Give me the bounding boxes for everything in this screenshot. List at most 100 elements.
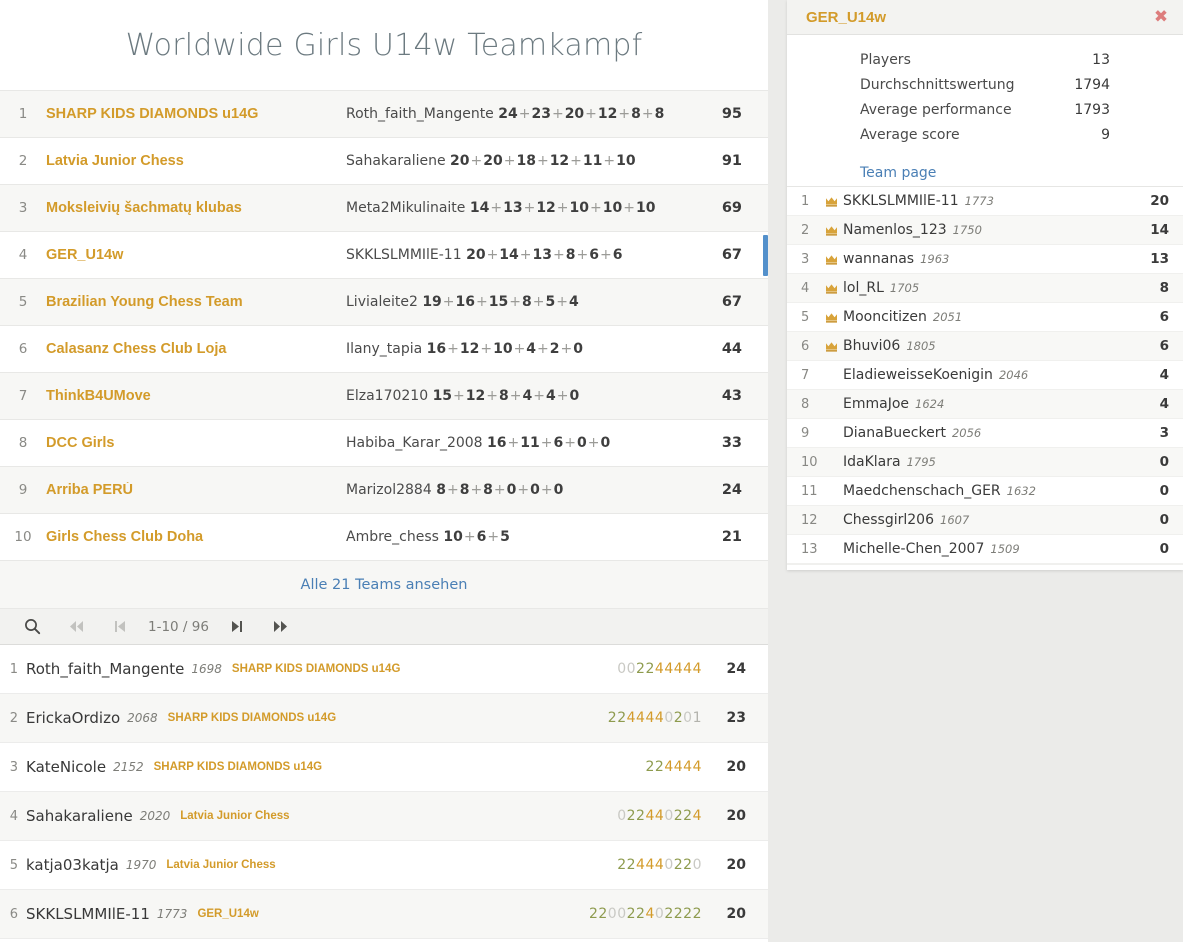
result-digit: 4 — [654, 710, 665, 726]
panel-player-row[interactable]: 12 Chessgirl206 1607 0 — [787, 506, 1183, 535]
team-total-score: 21 — [721, 529, 742, 545]
panel-player-rank: 13 — [801, 541, 818, 557]
panel-player-name[interactable]: IdaKlara — [843, 454, 901, 470]
team-name[interactable]: Latvia Junior Chess — [46, 153, 346, 169]
panel-player-name[interactable]: EladieweisseKoenigin — [843, 367, 993, 383]
team-detail-panel: GER_U14w ✖ Players 13 Durchschnittswertung… — [787, 0, 1183, 570]
panel-player-list: 1 SKKLSLMMIlE-11 1773 20 2 Namenlos_123 1750 14… — [787, 186, 1183, 564]
team-page-link[interactable]: Team page — [860, 165, 936, 181]
player-team-name[interactable]: Latvia Junior Chess — [170, 810, 289, 822]
close-icon[interactable]: ✖ — [1149, 5, 1173, 29]
panel-player-row[interactable]: 11 Maedchenschach_GER 1632 0 — [787, 477, 1183, 506]
player-row[interactable]: 2 ErickaOrdizo 2068 SHARP KIDS DIAMONDS u14… — [0, 694, 768, 743]
score-separator: + — [537, 341, 549, 357]
player-name[interactable]: SKKLSLMMIlE-11 — [26, 905, 150, 923]
team-row[interactable]: 9 Arriba PERÚ Marizol2884 8+8+8+0+0+0 24 — [0, 466, 768, 513]
stat-label: Average score — [860, 127, 960, 143]
panel-player-name[interactable]: Chessgirl206 — [843, 512, 934, 528]
first-page-icon[interactable] — [54, 612, 98, 642]
result-digit: 4 — [654, 808, 665, 824]
team-name[interactable]: SHARP KIDS DIAMONDS u14G — [46, 106, 346, 122]
panel-player-name[interactable]: Bhuvi06 — [843, 338, 900, 354]
panel-player-name[interactable]: SKKLSLMMIlE-11 — [843, 193, 959, 209]
team-name[interactable]: Moksleivių šachmatų klubas — [46, 200, 346, 216]
team-row[interactable]: 7 ThinkB4UMove Elza170210 15+12+8+4+4+0 43 — [0, 372, 768, 419]
player-row[interactable]: 6 SKKLSLMMIlE-11 1773 GER_U14w 220022402222 2… — [0, 890, 768, 939]
panel-player-row[interactable]: 3 wannanas 1963 13 — [787, 245, 1183, 274]
team-row[interactable]: 5 Brazilian Young Chess Team Livialeite2 1… — [0, 278, 768, 325]
team-leader-name: Roth_faith_Mangente — [346, 106, 494, 122]
team-score-part: 10 — [569, 200, 590, 216]
score-separator: + — [576, 247, 589, 263]
panel-player-row[interactable]: 8 EmmaJoe 1624 4 — [787, 390, 1183, 419]
last-page-icon[interactable] — [259, 612, 303, 642]
search-icon[interactable] — [10, 612, 54, 642]
player-row[interactable]: 5 katja03katja 1970 Latvia Junior Chess 2244… — [0, 841, 768, 890]
team-row[interactable]: 6 Calasanz Chess Club Loja Ilany_tapia 16+… — [0, 325, 768, 372]
team-total-score: 24 — [721, 482, 742, 498]
team-row[interactable]: 3 Moksleivių šachmatų klubas Meta2Mikulina… — [0, 184, 768, 231]
player-team-name[interactable]: SHARP KIDS DIAMONDS u14G — [222, 663, 400, 675]
pagination-toolbar: 1-10 / 96 — [0, 609, 768, 645]
team-name[interactable]: Arriba PERÚ — [46, 482, 346, 498]
panel-player-name[interactable]: EmmaJoe — [843, 396, 909, 412]
player-team-name[interactable]: SHARP KIDS DIAMONDS u14G — [158, 712, 336, 724]
player-name[interactable]: ErickaOrdizo — [26, 709, 120, 727]
result-digit: 2 — [673, 808, 684, 824]
panel-player-row[interactable]: 2 Namenlos_123 1750 14 — [787, 216, 1183, 245]
team-score-part: 16 — [426, 341, 447, 357]
panel-player-row[interactable]: 4 lol_RL 1705 8 — [787, 274, 1183, 303]
team-name[interactable]: Girls Chess Club Doha — [46, 529, 346, 545]
result-digit: 0 — [617, 808, 627, 824]
team-name[interactable]: Brazilian Young Chess Team — [46, 294, 346, 310]
team-name[interactable]: GER_U14w — [46, 247, 346, 263]
result-digit: 4 — [683, 759, 693, 775]
panel-player-name[interactable]: Michelle-Chen_2007 — [843, 541, 984, 557]
score-separator: + — [470, 482, 483, 498]
panel-player-row[interactable]: 1 SKKLSLMMIlE-11 1773 20 — [787, 187, 1183, 216]
panel-player-row[interactable]: 10 IdaKlara 1795 0 — [787, 448, 1183, 477]
player-team-name[interactable]: Latvia Junior Chess — [156, 859, 275, 871]
player-row[interactable]: 3 KateNicole 2152 SHARP KIDS DIAMONDS u14G 2… — [0, 743, 768, 792]
team-name[interactable]: ThinkB4UMove — [46, 388, 346, 404]
player-name[interactable]: KateNicole — [26, 758, 106, 776]
player-name[interactable]: katja03katja — [26, 856, 119, 874]
panel-player-name[interactable]: Namenlos_123 — [843, 222, 947, 238]
previous-page-icon[interactable] — [98, 612, 142, 642]
result-digit: 4 — [654, 857, 665, 873]
player-name[interactable]: Sahakaraliene — [26, 807, 133, 825]
team-row[interactable]: 8 DCC Girls Habiba_Karar_2008 16+11+6+0+0 3… — [0, 419, 768, 466]
score-separator: + — [599, 247, 612, 263]
team-row[interactable]: 2 Latvia Junior Chess Sahakaraliene 20+20+… — [0, 137, 768, 184]
next-page-icon[interactable] — [215, 612, 259, 642]
player-team-name[interactable]: GER_U14w — [187, 908, 258, 920]
crown-icon — [823, 312, 839, 323]
player-name[interactable]: Roth_faith_Mangente — [26, 660, 184, 678]
team-score-part: 0 — [553, 482, 564, 498]
all-teams-link[interactable]: Alle 21 Teams ansehen — [301, 577, 468, 593]
player-row[interactable]: 1 Roth_faith_Mangente 1698 SHARP KIDS DIAMO… — [0, 645, 768, 694]
panel-player-row[interactable]: 9 DianaBueckert 2056 3 — [787, 419, 1183, 448]
panel-player-name[interactable]: Mooncitizen — [843, 309, 927, 325]
team-row[interactable]: 10 Girls Chess Club Doha Ambre_chess 10+6+… — [0, 513, 768, 560]
score-separator: + — [519, 247, 532, 263]
panel-player-score: 3 — [1159, 425, 1169, 441]
team-row[interactable]: 4 GER_U14w SKKLSLMMIlE-11 20+14+13+8+6+6 67 — [0, 231, 768, 278]
team-score-part: 11 — [520, 435, 540, 451]
panel-player-row[interactable]: 13 Michelle-Chen_2007 1509 0 — [787, 535, 1183, 564]
team-name[interactable]: DCC Girls — [46, 435, 346, 451]
team-row[interactable]: 1 SHARP KIDS DIAMONDS u14G Roth_faith_Mang… — [0, 90, 768, 137]
score-separator: + — [463, 529, 476, 545]
player-row[interactable]: 4 Sahakaraliene 2020 Latvia Junior Chess 022… — [0, 792, 768, 841]
panel-player-name[interactable]: Maedchenschach_GER — [843, 483, 1001, 499]
panel-player-name[interactable]: wannanas — [843, 251, 914, 267]
panel-player-row[interactable]: 7 EladieweisseKoenigin 2046 4 — [787, 361, 1183, 390]
team-name[interactable]: Calasanz Chess Club Loja — [46, 341, 346, 357]
panel-player-row[interactable]: 6 Bhuvi06 1805 6 — [787, 332, 1183, 361]
panel-player-name[interactable]: lol_RL — [843, 280, 884, 296]
panel-player-name[interactable]: DianaBueckert — [843, 425, 946, 441]
result-digit: 4 — [645, 857, 655, 873]
panel-player-rank: 6 — [801, 338, 810, 354]
player-team-name[interactable]: SHARP KIDS DIAMONDS u14G — [144, 761, 322, 773]
panel-player-row[interactable]: 5 Mooncitizen 2051 6 — [787, 303, 1183, 332]
